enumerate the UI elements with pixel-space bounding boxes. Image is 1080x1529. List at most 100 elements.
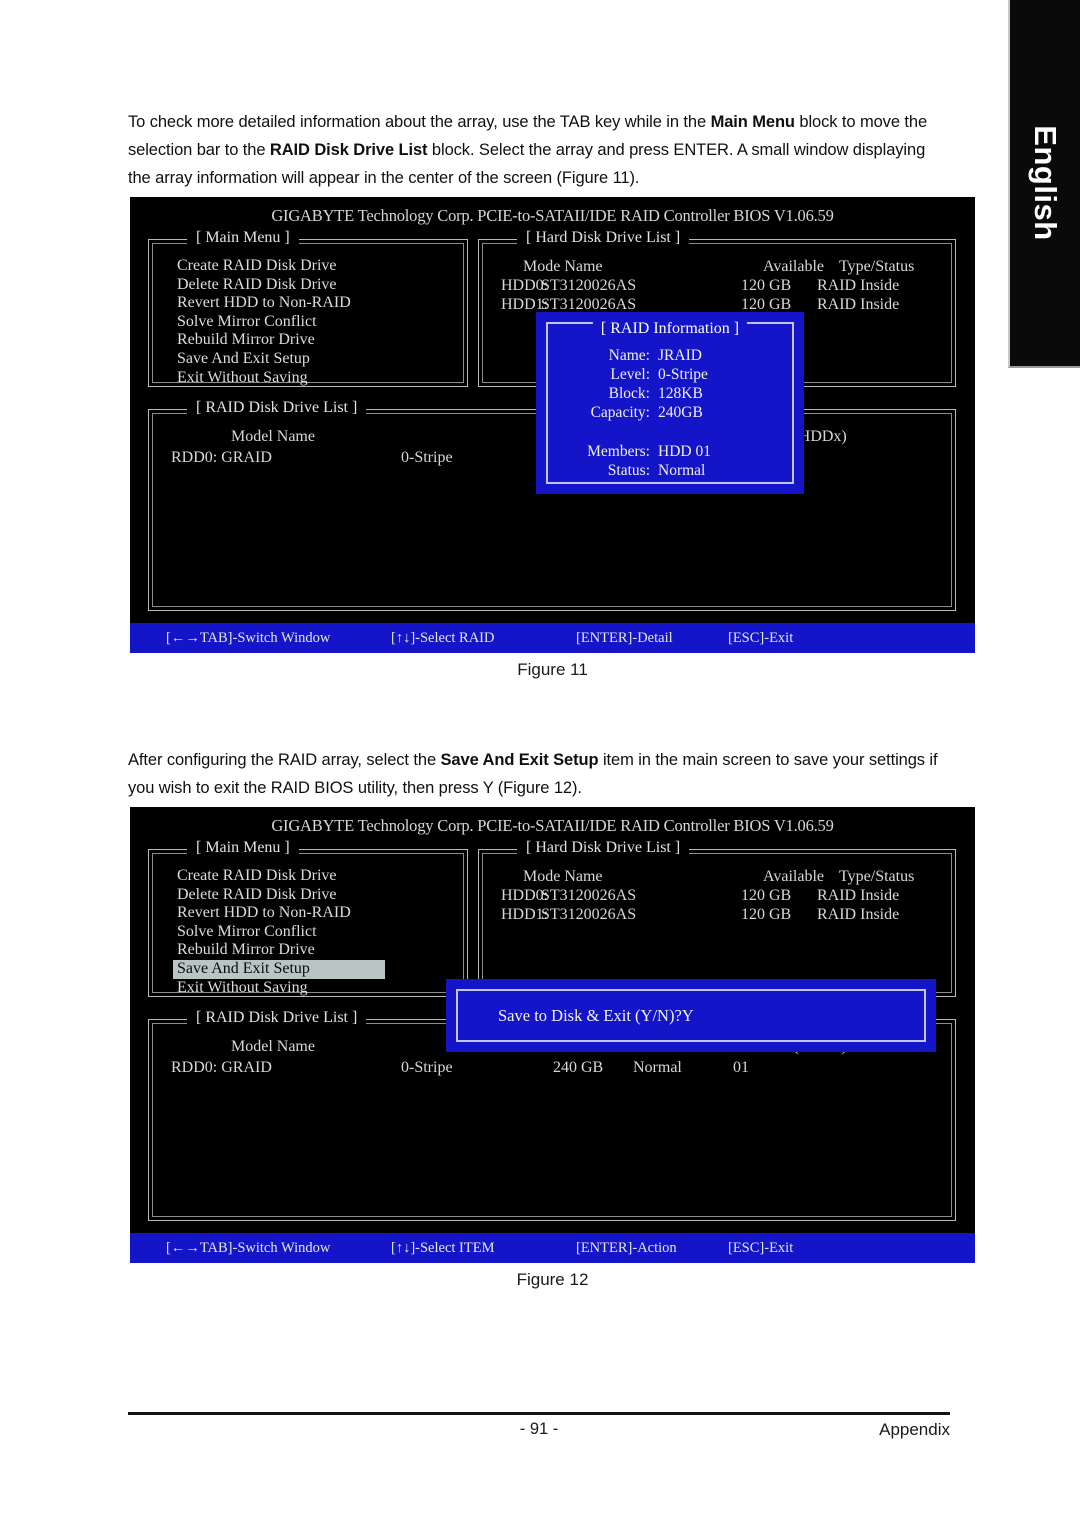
info-value-block: 128KB [658, 385, 703, 402]
para1-bold-raid-disk-drive-list: RAID Disk Drive List [269, 141, 428, 159]
menu-item-rebuild-mirror-drive[interactable]: Rebuild Mirror Drive [173, 331, 385, 350]
bios-screen-figure-11: GIGABYTE Technology Corp. PCIE-to-SATAII… [130, 197, 975, 653]
column-header-available: Available [763, 258, 825, 275]
bios-screen-figure-12: GIGABYTE Technology Corp. PCIE-to-SATAII… [130, 807, 975, 1263]
menu-item-save-and-exit-setup[interactable]: Save And Exit Setup [173, 350, 385, 369]
menu-item-rebuild-mirror-drive[interactable]: Rebuild Mirror Drive [173, 941, 385, 960]
panel-main-menu-figure-11: [ Main Menu ] Create RAID Disk Drive Del… [148, 229, 468, 387]
hotkey-detail[interactable]: [ENTER]-Detail [576, 623, 728, 653]
menu-item-exit-without-saving[interactable]: Exit Without Saving [173, 369, 385, 388]
hdd-type-status: RAID Inside [817, 887, 900, 904]
hdd-available: 120 GB [741, 277, 792, 294]
menu-item-revert-hdd-to-non-raid[interactable]: Revert HDD to Non-RAID [173, 904, 385, 923]
paragraph-intro-figure-12: After configuring the RAID array, select… [128, 746, 950, 802]
statusbar-figure-12: [←→TAB]-Switch Window [↑↓]-Select ITEM [EN… [130, 1233, 975, 1263]
info-row-level: Level: 0-Stripe [536, 365, 804, 384]
info-value-status: Normal [658, 462, 706, 479]
hdd-id: HDD1: [501, 296, 549, 313]
hdd-model: ST3120026AS [541, 887, 637, 904]
hdd-id: HDD0: [501, 887, 549, 904]
para2-bold-save-and-exit-setup: Save And Exit Setup [440, 751, 599, 769]
info-row-members: Members: HDD 01 [536, 442, 804, 461]
raid-status: Normal [633, 1059, 682, 1076]
raid-information-dialog: [ RAID Information ] Name: JRAID Level: 0-… [536, 312, 804, 494]
menu-item-create-raid-disk-drive[interactable]: Create RAID Disk Drive [173, 257, 385, 276]
panel-label-raid-disk-drive-list: [ RAID Disk Drive List ] [187, 399, 367, 417]
menu-item-save-and-exit-setup-selected[interactable]: Save And Exit Setup [173, 959, 385, 979]
column-header-mode-name: Mode Name [523, 868, 603, 885]
raid-level: 0-Stripe [401, 449, 453, 466]
main-menu-list-figure-12: Create RAID Disk Drive Delete RAID Disk … [173, 867, 385, 997]
raid-level: 0-Stripe [401, 1059, 453, 1076]
info-value-name: JRAID [658, 347, 702, 364]
column-header-available: Available [763, 868, 825, 885]
info-key-status: Status: [607, 462, 650, 479]
table-row[interactable]: HDD1:ST3120026AS 120 GB RAID Inside [501, 905, 914, 924]
language-tab-label: English [1028, 125, 1063, 241]
hotkey-action[interactable]: [ENTER]-Action [576, 1233, 728, 1263]
raid-information-fields: Name: JRAID Level: 0-Stripe Block: 128KB Ca… [536, 346, 804, 480]
raid-model-name: RDD0: GRAID [171, 1059, 272, 1076]
menu-item-revert-hdd-to-non-raid[interactable]: Revert HDD to Non-RAID [173, 294, 385, 313]
info-row-status: Status: Normal [536, 461, 804, 480]
panel-label-main-menu: [ Main Menu ] [187, 839, 299, 857]
column-header-type-status: Type/Status [839, 868, 915, 885]
dialog-title-raid-information: [ RAID Information ] [592, 320, 748, 338]
hdd-model: ST3120026AS [541, 277, 637, 294]
hdd-type-status: RAID Inside [817, 296, 900, 313]
panel-label-main-menu: [ Main Menu ] [187, 229, 299, 247]
table-row[interactable]: HDD0:ST3120026AS 120 GB RAID Inside [501, 886, 914, 905]
table-row[interactable]: RDD0: GRAID 0-Stripe 240 GB Normal 01 [171, 1058, 847, 1079]
menu-item-solve-mirror-conflict[interactable]: Solve Mirror Conflict [173, 313, 385, 332]
panel-main-menu-figure-12: [ Main Menu ] Create RAID Disk Drive Del… [148, 839, 468, 997]
hotkey-select-item[interactable]: [↑↓]-Select ITEM [391, 1233, 576, 1263]
menu-item-delete-raid-disk-drive[interactable]: Delete RAID Disk Drive [173, 886, 385, 905]
figure-caption-12: Figure 12 [516, 1270, 589, 1289]
bios-title-figure-12: GIGABYTE Technology Corp. PCIE-to-SATAII… [271, 816, 834, 835]
save-to-disk-dialog: Save to Disk & Exit (Y/N)?Y [446, 979, 936, 1052]
panel-label-raid-disk-drive-list: [ RAID Disk Drive List ] [187, 1009, 367, 1027]
menu-item-create-raid-disk-drive[interactable]: Create RAID Disk Drive [173, 867, 385, 886]
column-header-mode-name: Mode Name [523, 258, 603, 275]
hdd-model: ST3120026AS [541, 906, 637, 923]
hotkey-exit[interactable]: [ESC]-Exit [728, 1233, 793, 1263]
column-header-model-name: Model Name [231, 1038, 315, 1055]
hdd-available: 120 GB [741, 887, 792, 904]
info-key-name: Name: [608, 347, 650, 364]
column-header-type-status: Type/Status [839, 258, 915, 275]
panel-hard-disk-drive-list-figure-12: [ Hard Disk Drive List ] Mode Name Availa… [478, 839, 956, 997]
language-tab-english: English [1008, 0, 1080, 368]
info-value-level: 0-Stripe [658, 366, 708, 383]
footer-section-label: Appendix [879, 1420, 950, 1439]
raid-members: 01 [733, 1059, 749, 1076]
hdd-id: HDD0: [501, 277, 549, 294]
hotkey-exit[interactable]: [ESC]-Exit [728, 623, 793, 653]
hotkey-switch-window[interactable]: [←→TAB]-Switch Window [166, 623, 391, 653]
hotkey-select-raid[interactable]: [↑↓]-Select RAID [391, 623, 576, 653]
hdd-type-status: RAID Inside [817, 277, 900, 294]
panel-label-hard-disk-drive-list: [ Hard Disk Drive List ] [517, 229, 690, 247]
hdd-available: 120 GB [741, 906, 792, 923]
info-spacer [536, 422, 804, 442]
info-key-level: Level: [610, 366, 650, 383]
hdd-type-status: RAID Inside [817, 906, 900, 923]
menu-item-exit-without-saving[interactable]: Exit Without Saving [173, 979, 385, 998]
paragraph-intro-figure-11: To check more detailed information about… [128, 108, 950, 192]
save-prompt-text[interactable]: Save to Disk & Exit (Y/N)?Y [498, 1006, 694, 1026]
main-menu-list-figure-11: Create RAID Disk Drive Delete RAID Disk … [173, 257, 385, 387]
info-row-name: Name: JRAID [536, 346, 804, 365]
hard-disk-drive-table-figure-11: Mode Name Available Type/Status HDD0:ST312… [501, 257, 914, 314]
para2-seg1: After configuring the RAID array, select… [128, 751, 441, 769]
info-row-capacity: Capacity: 240GB [536, 403, 804, 422]
hotkey-switch-window[interactable]: [←→TAB]-Switch Window [166, 1233, 391, 1263]
menu-item-delete-raid-disk-drive[interactable]: Delete RAID Disk Drive [173, 276, 385, 295]
table-header-row: Mode Name Available Type/Status [501, 257, 914, 276]
panel-label-hard-disk-drive-list: [ Hard Disk Drive List ] [517, 839, 690, 857]
menu-item-solve-mirror-conflict[interactable]: Solve Mirror Conflict [173, 923, 385, 942]
info-value-members: HDD 01 [658, 443, 711, 460]
info-value-capacity: 240GB [658, 404, 703, 421]
para1-seg1: To check more detailed information about… [128, 113, 711, 131]
info-row-block: Block: 128KB [536, 384, 804, 403]
table-row[interactable]: HDD0:ST3120026AS 120 GB RAID Inside [501, 276, 914, 295]
raid-capacity: 240 GB [553, 1059, 604, 1076]
